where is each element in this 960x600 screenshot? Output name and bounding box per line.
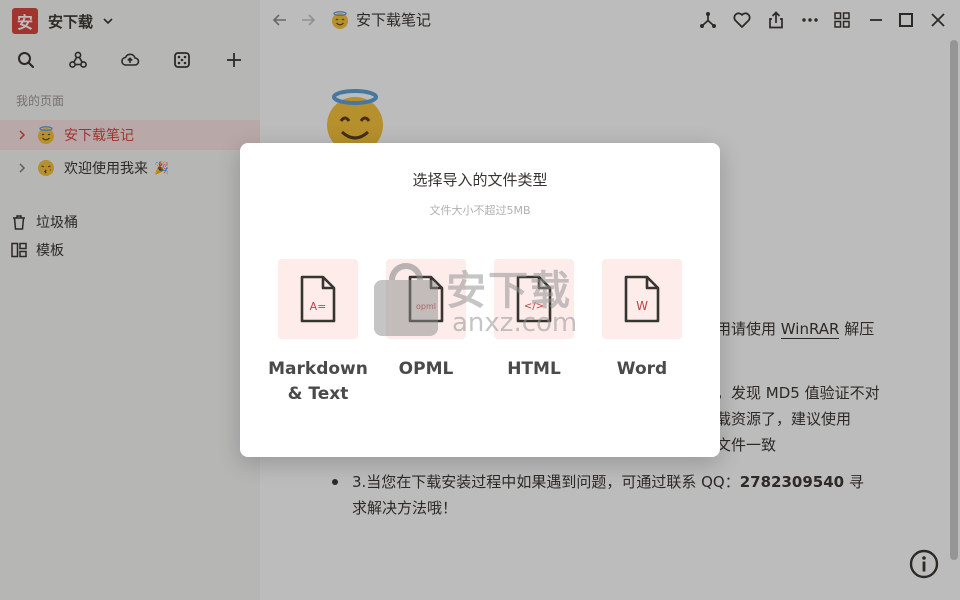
- file-glyph: W: [636, 299, 648, 313]
- word-file-icon: W: [624, 275, 660, 323]
- dialog-title: 选择导入的文件类型: [412, 171, 548, 189]
- import-option-word[interactable]: W Word: [588, 259, 696, 382]
- markdown-file-icon: A=: [300, 275, 336, 323]
- import-option-markdown[interactable]: A= Markdown & Text: [264, 259, 372, 407]
- dialog-subtitle: 文件大小不超过5MB: [429, 204, 531, 217]
- watermark: 安下载 anxz.com: [370, 258, 590, 342]
- option-label: OPML: [398, 359, 454, 379]
- option-label: Word: [616, 359, 668, 379]
- watermark-en-text: anxz.com: [452, 308, 578, 338]
- option-tile[interactable]: W: [602, 259, 682, 339]
- file-glyph: A=: [310, 300, 327, 313]
- option-label: HTML: [507, 359, 561, 379]
- option-label: Markdown & Text: [268, 359, 368, 404]
- option-tile[interactable]: A=: [278, 259, 358, 339]
- shopping-bag-logo-icon: [374, 263, 438, 336]
